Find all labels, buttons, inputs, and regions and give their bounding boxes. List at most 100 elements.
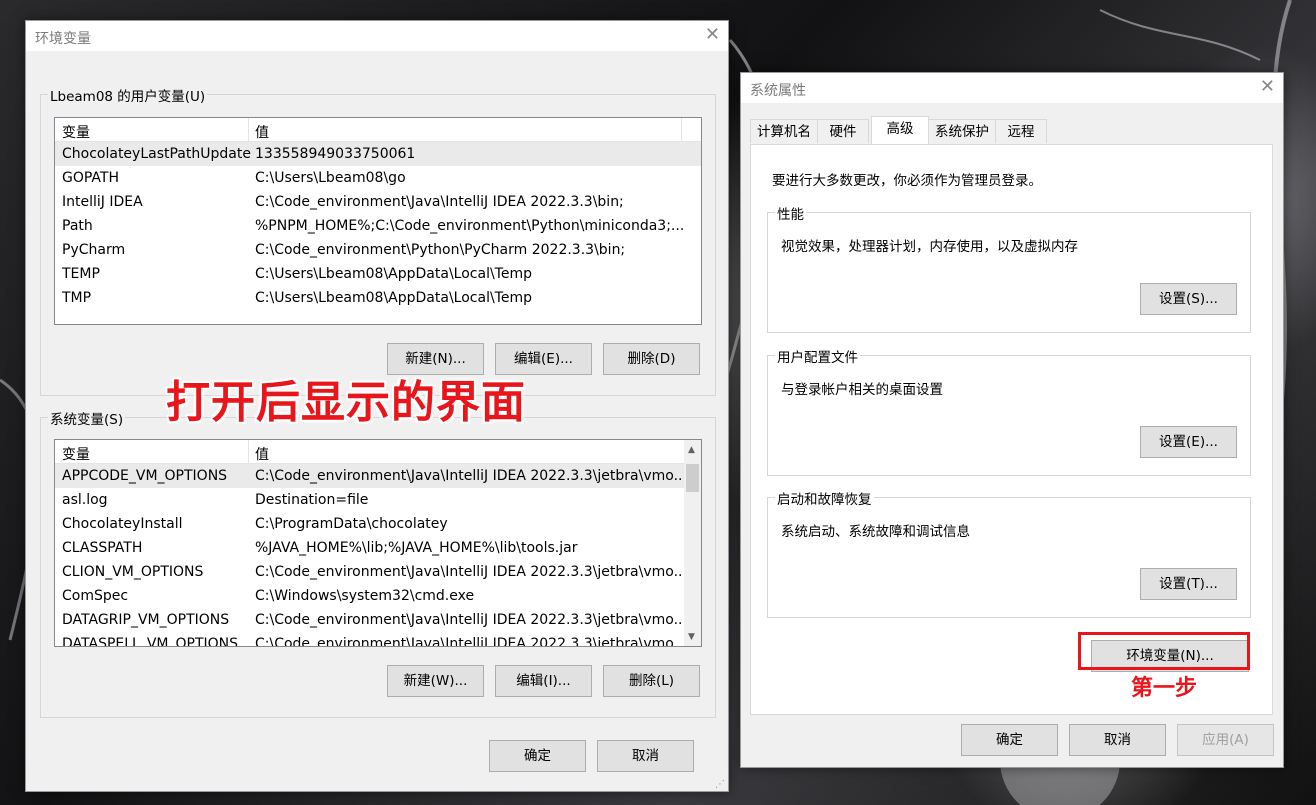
variable-value-cell: C:\Windows\system32\cmd.exe: [255, 588, 475, 604]
variable-name-cell: CLASSPATH: [62, 540, 143, 556]
variable-name-cell: APPCODE_VM_OPTIONS: [62, 468, 228, 484]
tab-remote[interactable]: 远程: [995, 119, 1047, 143]
resize-grip-icon[interactable]: ⋰: [715, 779, 725, 790]
user-profiles-desc: 与登录帐户相关的桌面设置: [781, 382, 943, 398]
variable-value-cell: C:\Code_environment\Java\IntelliJ IDEA 2…: [255, 468, 687, 484]
column-header-value[interactable]: 值: [255, 444, 269, 464]
variable-name-cell: DATAGRIP_VM_OPTIONS: [62, 612, 230, 628]
variable-value-cell: C:\Code_environment\Python\PyCharm 2022.…: [255, 242, 626, 258]
variable-name-cell: ChocolateyLastPathUpdate: [62, 146, 251, 162]
variable-value-cell: C:\Users\Lbeam08\AppData\Local\Temp: [255, 290, 532, 306]
performance-settings-button[interactable]: 设置(S)...: [1140, 283, 1237, 315]
highlight-box: [1078, 632, 1250, 670]
user-profiles-label: 用户配置文件: [775, 346, 860, 366]
variable-value-cell: C:\Code_environment\Java\IntelliJ IDEA 2…: [255, 612, 687, 628]
sysprops-titlebar: 系统属性 ✕: [741, 73, 1283, 103]
performance-group: 性能 视觉效果，处理器计划，内存使用，以及虚拟内存 设置(S)...: [767, 203, 1251, 333]
user-vars-header: 变量 值: [55, 118, 701, 142]
apply-button[interactable]: 应用(A): [1177, 724, 1274, 756]
startup-recovery-settings-button[interactable]: 设置(T)...: [1140, 568, 1237, 600]
variable-name-cell: Path: [62, 218, 93, 234]
table-row[interactable]: PyCharm C:\Code_environment\Python\PyChar…: [55, 238, 701, 262]
table-row[interactable]: CLION_VM_OPTIONS C:\Code_environment\Java…: [55, 560, 687, 584]
variable-name-cell: GOPATH: [62, 170, 119, 186]
table-row[interactable]: IntelliJ IDEA C:\Code_environment\Java\In…: [55, 190, 701, 214]
sysprops-title: 系统属性: [750, 83, 806, 99]
variable-name-cell: TMP: [62, 290, 92, 306]
variable-value-cell: C:\Users\Lbeam08\go: [255, 170, 406, 186]
variable-value-cell: 133558949033750061: [255, 146, 416, 162]
variable-value-cell: %PNPM_HOME%;C:\Code_environment\Python\m…: [255, 218, 685, 234]
scroll-up-icon[interactable]: ▲: [688, 445, 695, 455]
variable-value-cell: C:\Code_environment\Java\IntelliJ IDEA 2…: [255, 636, 687, 647]
system-vars-list[interactable]: 变量 值 APPCODE_VM_OPTIONS C:\Code_environme…: [54, 439, 702, 647]
variable-name-cell: PyCharm: [62, 242, 126, 258]
system-vars-scrollbar[interactable]: ▲ ▼: [684, 440, 701, 646]
env-dialog-titlebar: 环境变量 ✕: [26, 21, 728, 51]
scroll-down-icon[interactable]: ▼: [688, 632, 695, 642]
user-delete-button[interactable]: 删除(D): [603, 343, 700, 375]
annotation-step-one: 第一步: [1131, 676, 1198, 701]
user-profiles-group: 用户配置文件 与登录帐户相关的桌面设置 设置(E)...: [767, 346, 1251, 476]
system-vars-header: 变量 值: [55, 440, 686, 464]
system-new-button[interactable]: 新建(W)...: [387, 665, 484, 697]
system-delete-button[interactable]: 删除(L): [603, 665, 700, 697]
ok-button[interactable]: 确定: [961, 724, 1058, 756]
tab-system-protection[interactable]: 系统保护: [928, 119, 996, 143]
variable-value-cell: C:\Users\Lbeam08\AppData\Local\Temp: [255, 266, 532, 282]
variable-name-cell: IntelliJ IDEA: [62, 194, 143, 210]
user-vars-label: Lbeam08 的用户变量(U): [48, 85, 208, 105]
table-row[interactable]: asl.log Destination=file: [55, 488, 686, 512]
tab-advanced[interactable]: 高级: [871, 116, 929, 144]
startup-recovery-label: 启动和故障恢复: [775, 488, 874, 508]
variable-value-cell: Destination=file: [255, 492, 369, 508]
table-row[interactable]: Path %PNPM_HOME%;C:\Code_environment\Pyth…: [55, 214, 701, 238]
system-edit-button[interactable]: 编辑(I)...: [495, 665, 592, 697]
column-header-name[interactable]: 变量: [62, 444, 90, 464]
column-header-name[interactable]: 变量: [62, 122, 90, 142]
tab-computer-name[interactable]: 计算机名: [750, 119, 818, 143]
column-divider[interactable]: [248, 440, 249, 464]
variable-value-cell: C:\Code_environment\Java\IntelliJ IDEA 2…: [255, 564, 687, 580]
column-header-value[interactable]: 值: [255, 122, 269, 142]
close-icon[interactable]: ✕: [1260, 76, 1275, 97]
variable-value-cell: C:\Code_environment\Java\IntelliJ IDEA 2…: [255, 194, 624, 210]
column-divider: [681, 118, 682, 142]
table-row[interactable]: DATAGRIP_VM_OPTIONS C:\Code_environment\J…: [55, 608, 687, 632]
variable-value-cell: C:\ProgramData\chocolatey: [255, 516, 448, 532]
env-dialog-title: 环境变量: [35, 31, 91, 47]
table-row[interactable]: TMP C:\Users\Lbeam08\AppData\Local\Temp: [55, 286, 701, 310]
cancel-button[interactable]: 取消: [1069, 724, 1166, 756]
column-divider[interactable]: [248, 118, 249, 142]
system-vars-label: 系统变量(S): [48, 408, 126, 428]
variable-name-cell: asl.log: [62, 492, 108, 508]
table-row[interactable]: TEMP C:\Users\Lbeam08\AppData\Local\Temp: [55, 262, 701, 286]
variable-name-cell: DATASPELL_VM_OPTIONS: [62, 636, 239, 647]
user-vars-list[interactable]: 变量 值 ChocolateyLastPathUpdate 13355894903…: [54, 117, 702, 325]
variable-value-cell: %JAVA_HOME%\lib;%JAVA_HOME%\lib\tools.ja…: [255, 540, 578, 556]
variable-name-cell: TEMP: [62, 266, 100, 282]
advanced-tab-panel: 要进行大多数更改，你必须作为管理员登录。 性能 视觉效果，处理器计划，内存使用，…: [750, 144, 1273, 715]
table-row[interactable]: ChocolateyInstall C:\ProgramData\chocolat…: [55, 512, 686, 536]
scrollbar-thumb[interactable]: [686, 464, 699, 492]
startup-recovery-group: 启动和故障恢复 系统启动、系统故障和调试信息 设置(T)...: [767, 488, 1251, 618]
admin-note: 要进行大多数更改，你必须作为管理员登录。: [772, 173, 1042, 189]
performance-label: 性能: [775, 203, 806, 223]
tab-hardware[interactable]: 硬件: [817, 119, 869, 143]
startup-recovery-desc: 系统启动、系统故障和调试信息: [781, 524, 970, 540]
table-row[interactable]: APPCODE_VM_OPTIONS C:\Code_environment\Ja…: [55, 464, 687, 488]
table-row[interactable]: DATASPELL_VM_OPTIONS C:\Code_environment\…: [55, 632, 687, 647]
variable-name-cell: ComSpec: [62, 588, 129, 604]
variable-name-cell: CLION_VM_OPTIONS: [62, 564, 204, 580]
annotation-opened-view: 打开后显示的界面: [166, 377, 526, 428]
table-row[interactable]: GOPATH C:\Users\Lbeam08\go: [55, 166, 701, 190]
cancel-button[interactable]: 取消: [597, 740, 694, 772]
table-row[interactable]: ChocolateyLastPathUpdate 1335589490337500…: [55, 142, 701, 166]
table-row[interactable]: CLASSPATH %JAVA_HOME%\lib;%JAVA_HOME%\lib…: [55, 536, 686, 560]
user-profiles-settings-button[interactable]: 设置(E)...: [1140, 426, 1237, 458]
performance-desc: 视觉效果，处理器计划，内存使用，以及虚拟内存: [781, 239, 1078, 255]
close-icon[interactable]: ✕: [705, 24, 720, 45]
ok-button[interactable]: 确定: [489, 740, 586, 772]
table-row[interactable]: ComSpec C:\Windows\system32\cmd.exe: [55, 584, 686, 608]
variable-name-cell: ChocolateyInstall: [62, 516, 183, 532]
